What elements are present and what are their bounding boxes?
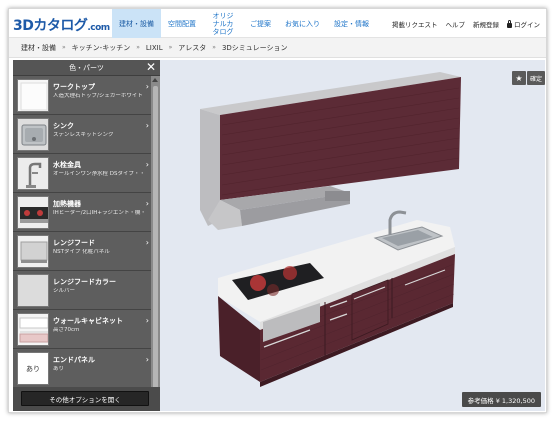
part-item-faucet[interactable]: 水栓金具 オールインワン浄水栓 DSタイプ・・・ › bbox=[13, 154, 151, 193]
chevron-right-icon: › bbox=[145, 121, 149, 130]
part-item-title: レンジフードカラー bbox=[53, 278, 116, 286]
rangehood-controls bbox=[325, 191, 350, 201]
favorite-star-icon[interactable]: ★ bbox=[512, 71, 526, 85]
breadcrumb-current: 3Dシミュレーション bbox=[221, 43, 288, 52]
worktop-icon bbox=[17, 79, 49, 112]
part-item-title: レンジフード bbox=[53, 239, 95, 247]
part-item-subtitle: NSTタイプ 化粧パネル bbox=[53, 249, 110, 255]
chevron-right-icon: › bbox=[145, 238, 149, 247]
open-options-button[interactable]: その他オプションを開く bbox=[21, 391, 149, 406]
chevron-right-icon: › bbox=[145, 199, 149, 208]
part-item-rangehood[interactable]: レンジフード NSTタイプ 化粧パネル › bbox=[13, 232, 151, 271]
part-item-subtitle: 人造大理石トップ/シェガーホワイト bbox=[53, 93, 143, 99]
burner-left bbox=[250, 275, 266, 291]
close-icon[interactable]: ✕ bbox=[144, 60, 158, 74]
main-nav: 建材・設備 空間配置 オリジナルカタログ ご提案 お気に入り 設定・情報 bbox=[112, 9, 376, 38]
part-item-worktop[interactable]: ワークトップ 人造大理石トップ/シェガーホワイト › bbox=[13, 76, 151, 115]
nav-tab-favorites[interactable]: お気に入り bbox=[278, 9, 327, 38]
wall-cabinet-icon bbox=[17, 313, 49, 346]
sidebar-title: 色・パーツ bbox=[69, 63, 104, 72]
lock-icon bbox=[507, 19, 512, 28]
burner-center bbox=[267, 284, 279, 296]
rangehood-icon bbox=[17, 235, 49, 268]
part-item-rangehood-color[interactable]: レンジフードカラー シルバー bbox=[13, 271, 151, 310]
nav-tab-settings-info[interactable]: 設定・情報 bbox=[327, 9, 376, 38]
part-item-subtitle: IHヒーター/2口IH+ラジエント・機・・・ bbox=[53, 210, 145, 216]
part-item-cooktop[interactable]: 加熱機器 IHヒーター/2口IH+ラジエント・機・・・ › bbox=[13, 193, 151, 232]
part-item-title: シンク bbox=[53, 122, 74, 130]
sidebar-footer: その他オプションを開く bbox=[13, 387, 160, 411]
parts-list: ワークトップ 人造大理石トップ/シェガーホワイト › シンク ステンレスキットシ… bbox=[13, 76, 151, 388]
nav-tab-original-catalog[interactable]: オリジナルカタログ bbox=[203, 9, 243, 38]
chevron-right-icon: › bbox=[145, 82, 149, 91]
logo-text: 3Dカタログ bbox=[13, 18, 88, 34]
breadcrumb-item[interactable]: 建材・設備 bbox=[21, 43, 56, 53]
part-item-wall-cabinet[interactable]: ウォールキャビネット 高さ70cm › bbox=[13, 310, 151, 349]
chevron-right-icon: › bbox=[145, 316, 149, 325]
login-link[interactable]: ログイン bbox=[507, 19, 540, 29]
breadcrumb-item[interactable]: LIXIL bbox=[146, 44, 163, 52]
breadcrumb-separator: » bbox=[168, 44, 173, 51]
part-item-title: 水栓金具 bbox=[53, 161, 81, 169]
part-item-title: ウォールキャビネット bbox=[53, 317, 123, 325]
chevron-right-icon: › bbox=[145, 355, 149, 364]
nav-tab-building-materials[interactable]: 建材・設備 bbox=[112, 9, 161, 38]
breadcrumb-item[interactable]: キッチン-キッチン bbox=[72, 43, 131, 53]
part-item-title: ワークトップ bbox=[53, 83, 95, 91]
site-header: 3Dカタログ.com 建材・設備 空間配置 オリジナルカタログ ご提案 お気に入… bbox=[9, 9, 546, 38]
part-item-subtitle: 高さ70cm bbox=[53, 327, 80, 333]
nav-tab-proposal[interactable]: ご提案 bbox=[243, 9, 278, 38]
sidebar-scrollbar[interactable] bbox=[151, 76, 160, 411]
logo-domain: .com bbox=[87, 23, 110, 33]
chevron-right-icon: › bbox=[145, 160, 149, 169]
parts-sidebar: 色・パーツ ✕ ワークトップ 人造大理石トップ/シェガーホワイト › シンク ス… bbox=[13, 60, 160, 411]
part-item-subtitle: ステンレスキットシンク bbox=[53, 132, 114, 138]
help-link[interactable]: ヘルプ bbox=[446, 19, 466, 29]
part-item-subtitle: オールインワン浄水栓 DSタイプ・・・ bbox=[53, 171, 145, 177]
part-item-end-panel[interactable]: あり エンドパネル あり › bbox=[13, 349, 151, 388]
cooktop-icon bbox=[17, 196, 49, 229]
breadcrumb-separator: » bbox=[62, 44, 66, 51]
sink-icon bbox=[17, 118, 49, 151]
3d-viewport[interactable]: ★ 確定 参考価格 ¥ 1,320,500 bbox=[160, 60, 545, 411]
site-logo[interactable]: 3Dカタログ.com bbox=[13, 15, 110, 35]
burner-right bbox=[283, 266, 297, 280]
scroll-up-icon[interactable] bbox=[152, 78, 158, 82]
part-item-subtitle: シルバー bbox=[53, 288, 76, 294]
part-item-sink[interactable]: シンク ステンレスキットシンク › bbox=[13, 115, 151, 154]
faucet-icon bbox=[17, 157, 49, 190]
confirm-button[interactable]: 確定 bbox=[527, 71, 545, 85]
register-link[interactable]: 新規登録 bbox=[473, 19, 499, 29]
request-link[interactable]: 掲載リクエスト bbox=[392, 19, 438, 29]
part-item-title: エンドパネル bbox=[53, 356, 95, 364]
header-links: 掲載リクエスト ヘルプ 新規登録 ログイン bbox=[392, 19, 540, 29]
reference-price: 参考価格 ¥ 1,320,500 bbox=[461, 392, 541, 407]
app-frame: 3Dカタログ.com 建材・設備 空間配置 オリジナルカタログ ご提案 お気に入… bbox=[8, 8, 547, 413]
sidebar-header: 色・パーツ ✕ bbox=[13, 60, 160, 76]
part-item-subtitle: あり bbox=[53, 366, 65, 372]
breadcrumb-separator: » bbox=[212, 44, 216, 51]
scrollbar-thumb[interactable] bbox=[153, 86, 158, 401]
breadcrumb: 建材・設備 » キッチン-キッチン » LIXIL » アレスタ » 3Dシミュ… bbox=[9, 38, 546, 58]
end-panel-thumb-text: あり bbox=[26, 364, 40, 373]
breadcrumb-separator: » bbox=[136, 44, 140, 51]
part-item-title: 加熱機器 bbox=[53, 200, 81, 208]
breadcrumb-item[interactable]: アレスタ bbox=[178, 43, 206, 53]
end-panel-icon: あり bbox=[17, 352, 49, 385]
kitchen-3d-render bbox=[200, 72, 461, 387]
color-swatch-icon bbox=[17, 274, 49, 307]
login-label: ログイン bbox=[514, 21, 540, 29]
nav-tab-space-layout[interactable]: 空間配置 bbox=[161, 9, 203, 38]
